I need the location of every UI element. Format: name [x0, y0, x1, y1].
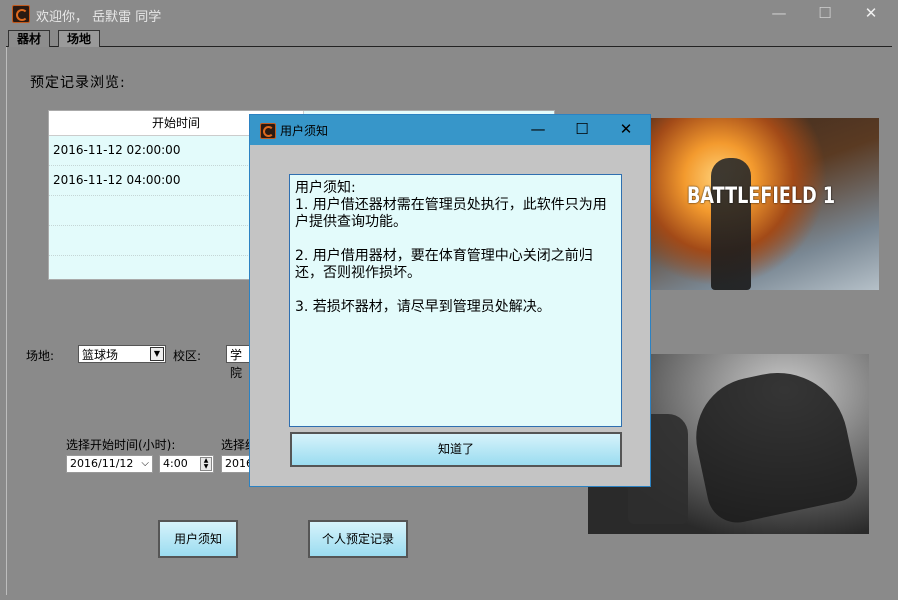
- notice-text: 用户须知: 1. 用户借还器材需在管理员处执行，此软件只为用户提供查询功能。 2…: [295, 180, 607, 315]
- venue-select-value: 篮球场: [82, 348, 119, 362]
- chevron-down-icon: ⌵: [141, 458, 149, 469]
- chevron-down-icon: ▼: [150, 347, 164, 361]
- start-date-value: 2016/11/12: [70, 457, 134, 470]
- campus-select-value: 学院: [230, 348, 243, 380]
- window-title: 欢迎你， 岳默雷 同学: [36, 10, 162, 25]
- soldier-silhouette: [711, 158, 751, 290]
- venue-label: 场地:: [26, 349, 55, 363]
- venue-select[interactable]: 篮球场 ▼: [78, 345, 166, 363]
- start-date-picker[interactable]: 2016/11/12 ⌵: [66, 455, 153, 473]
- dialog-title-bar[interactable]: 用户须知 — ☐ ✕: [250, 115, 650, 145]
- dialog-maximize-button[interactable]: ☐: [560, 115, 604, 145]
- image-logo-text: BATTLEFIELD 1: [687, 184, 836, 209]
- tab-equipment[interactable]: 器材: [8, 30, 51, 47]
- end-date-picker[interactable]: 2016: [221, 455, 253, 473]
- spinner-arrows-icon[interactable]: ▲ ▼: [200, 457, 212, 471]
- app-icon: [12, 5, 30, 23]
- window-title-bar: 欢迎你， 岳默雷 同学 — ☐ ✕: [0, 0, 898, 28]
- start-hour-spinner[interactable]: 4:00 ▲ ▼: [159, 455, 214, 473]
- dialog-close-button[interactable]: ✕: [604, 115, 648, 145]
- app-icon: [260, 123, 276, 139]
- campus-label: 校区:: [173, 349, 202, 363]
- start-time-label: 选择开始时间(小时):: [66, 438, 176, 452]
- dialog-minimize-button[interactable]: —: [516, 115, 560, 145]
- battlefield-cover-image: BATTLEFIELD 1: [651, 118, 879, 290]
- close-button[interactable]: ✕: [848, 0, 894, 28]
- table-cell: 2016-11-12 02:00:00: [53, 143, 181, 157]
- minimize-button[interactable]: —: [756, 0, 802, 28]
- my-bookings-button[interactable]: 个人预定记录: [308, 520, 408, 558]
- table-cell: 2016-11-12 04:00:00: [53, 173, 181, 187]
- tab-venue[interactable]: 场地: [58, 30, 101, 47]
- booking-list-title: 预定记录浏览:: [30, 75, 126, 91]
- start-hour-value: 4:00: [163, 457, 188, 470]
- acknowledge-button[interactable]: 知道了: [290, 432, 622, 467]
- maximize-button[interactable]: ☐: [802, 0, 848, 28]
- dialog-title: 用户须知: [280, 124, 329, 138]
- horse-silhouette: [685, 359, 861, 529]
- notice-textbox[interactable]: 用户须知: 1. 用户借还器材需在管理员处执行，此软件只为用户提供查询功能。 2…: [289, 174, 622, 427]
- user-notice-dialog[interactable]: 用户须知 — ☐ ✕ 用户须知: 1. 用户借还器材需在管理员处执行，此软件只为…: [249, 114, 651, 487]
- user-notice-button[interactable]: 用户须知: [158, 520, 238, 558]
